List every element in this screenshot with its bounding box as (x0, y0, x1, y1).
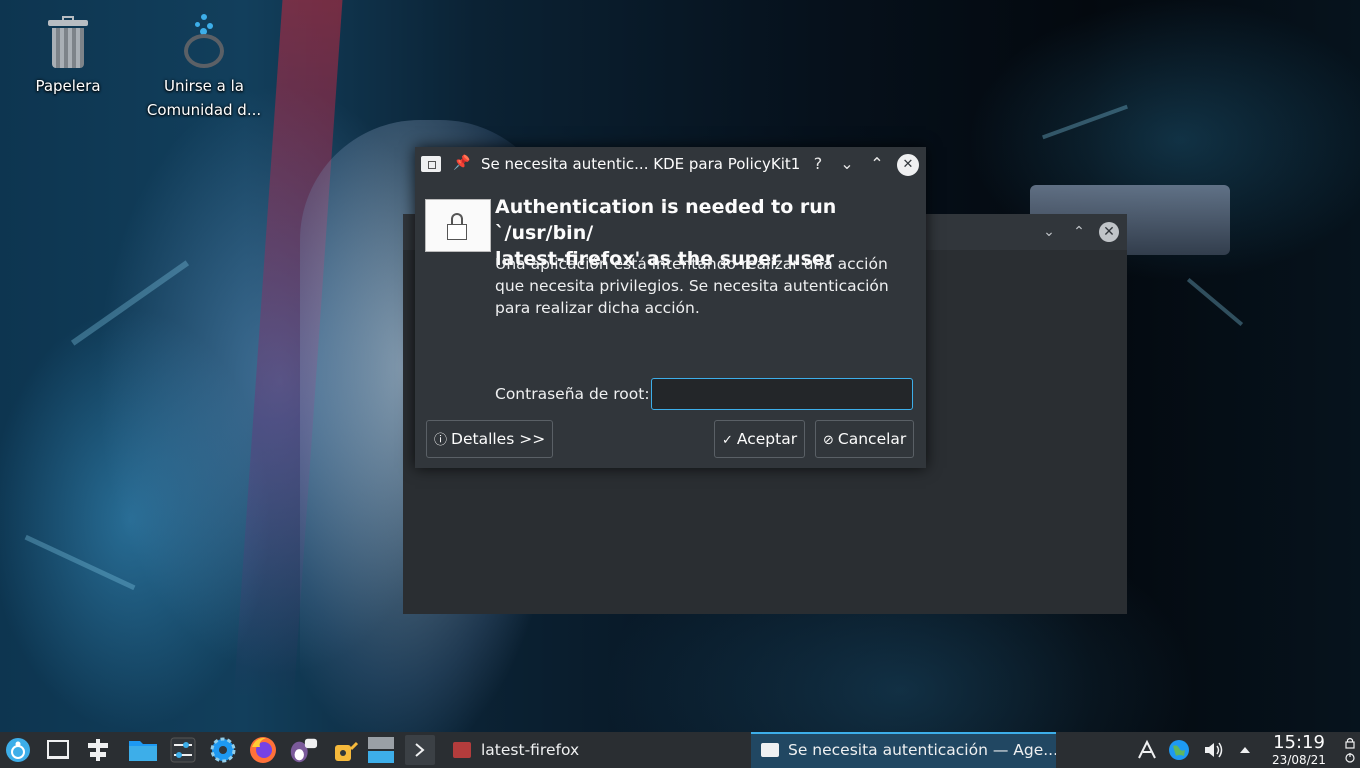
settings-gear-icon[interactable] (208, 735, 238, 765)
show-desktop-icon[interactable] (43, 735, 73, 765)
application-menu-icon[interactable] (3, 735, 33, 765)
lock-logout-icon[interactable] (1342, 736, 1358, 764)
kde-connect-icon[interactable] (1132, 735, 1162, 765)
info-icon: ⓘ (434, 433, 448, 448)
ok-button[interactable]: ✓ Aceptar (714, 420, 806, 458)
dialog-titlebar[interactable]: 📌 Se necesita autentic... KDE para Polic… (415, 147, 926, 181)
firefox-icon[interactable] (248, 735, 278, 765)
watering-can-icon[interactable] (328, 735, 358, 765)
trash-icon (46, 16, 90, 70)
clock[interactable]: 15:19 23/08/21 (1262, 732, 1336, 766)
chevron-down-icon[interactable]: ⌄ (1039, 222, 1059, 242)
dialog-description: Una aplicación está intentando realizar … (495, 255, 889, 317)
checkmark-icon: ✓ (722, 433, 733, 448)
dialog-title: Se necesita autentic... KDE para PolicyK… (481, 155, 801, 173)
task-label: latest-firefox (481, 741, 580, 759)
policykit-app-icon (421, 156, 441, 172)
auth-dialog: 📌 Se necesita autentic... KDE para Polic… (415, 147, 926, 468)
details-button[interactable]: ⓘ Detalles >> (426, 420, 554, 458)
pin-icon[interactable]: 📌 (453, 155, 470, 171)
task-latest-firefox[interactable]: latest-firefox (443, 732, 749, 768)
pager-icon[interactable] (83, 735, 113, 765)
cancel-icon: ⊘ (823, 433, 834, 448)
wallpaper-shard (70, 260, 190, 346)
wallpaper-shard (1042, 104, 1128, 140)
password-field[interactable] (651, 378, 913, 410)
desktop-icon-community[interactable]: Unirse a la Comunidad d... (139, 14, 269, 122)
wallpaper-shard (1186, 277, 1244, 327)
firefox-task-icon (453, 742, 471, 758)
help-icon[interactable]: ? (808, 154, 828, 174)
terminal-icon[interactable] (405, 735, 435, 765)
desktop-icon-trash[interactable]: Papelera (3, 16, 133, 98)
community-icon (181, 14, 227, 70)
lock-icon (425, 199, 491, 252)
system-settings-icon[interactable] (168, 735, 198, 765)
password-label: Contraseña de root: (495, 385, 650, 403)
expand-tray-icon[interactable] (1230, 735, 1260, 765)
cancel-button[interactable]: ⊘ Cancelar (815, 420, 915, 458)
window-list-icon[interactable] (366, 735, 396, 765)
clock-date: 23/08/21 (1272, 753, 1326, 767)
minimize-icon[interactable]: ⌄ (837, 154, 857, 174)
close-icon[interactable]: ✕ (897, 154, 919, 176)
close-icon[interactable]: ✕ (1099, 222, 1119, 242)
maximize-icon[interactable]: ⌃ (867, 154, 887, 174)
policykit-task-icon (761, 743, 779, 757)
clock-time: 15:19 (1273, 732, 1325, 753)
file-manager-icon[interactable] (128, 735, 158, 765)
chat-icon[interactable] (288, 735, 318, 765)
volume-icon[interactable] (1199, 735, 1229, 765)
wallpaper-shard (24, 534, 136, 591)
taskbar: latest-firefox Se necesita autenticación… (0, 732, 1360, 768)
desktop-icon-label: Papelera (35, 77, 101, 95)
task-authentication[interactable]: Se necesita autenticación — Age... (751, 732, 1056, 768)
desktop-icon-label: Unirse a la Comunidad d... (146, 77, 262, 119)
task-label: Se necesita autenticación — Age... (788, 741, 1056, 759)
chevron-up-icon[interactable]: ⌃ (1069, 222, 1089, 242)
network-globe-icon[interactable] (1164, 735, 1194, 765)
